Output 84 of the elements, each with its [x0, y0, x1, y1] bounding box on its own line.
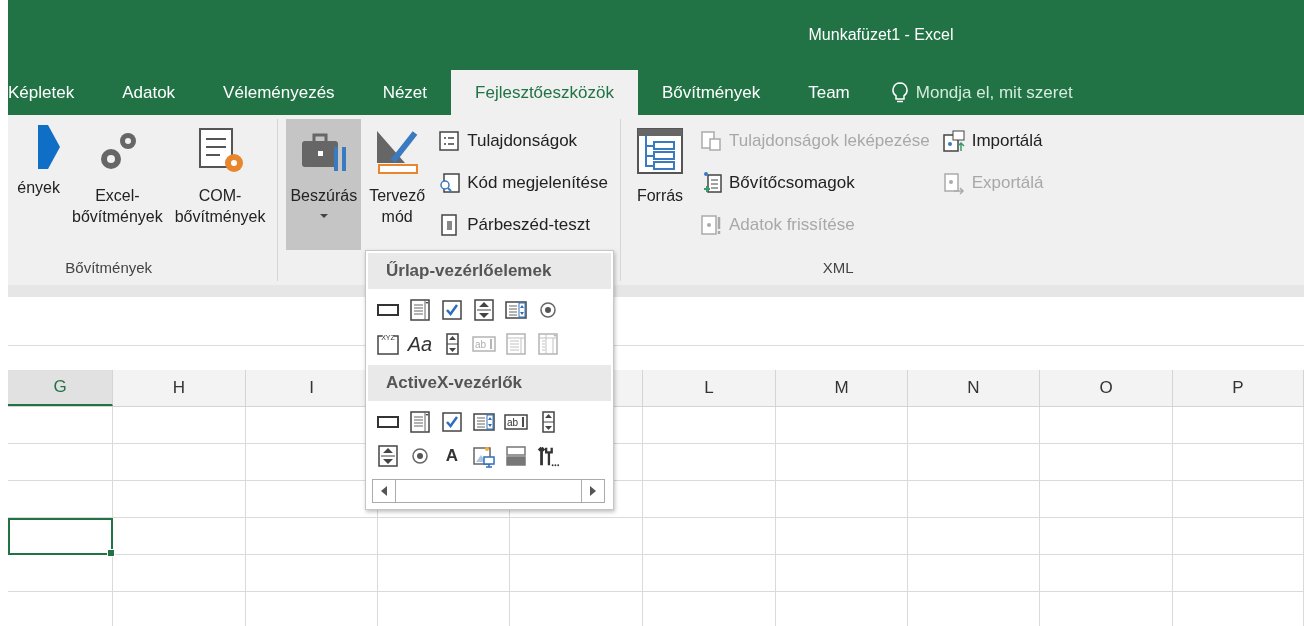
cell[interactable]: [776, 481, 908, 518]
menu-section-heading: ActiveX-vezérlők: [368, 365, 611, 401]
column-header[interactable]: O: [1040, 370, 1173, 406]
lightbulb-icon: [891, 81, 908, 104]
cell[interactable]: [8, 407, 113, 444]
cell[interactable]: [113, 444, 246, 481]
cell[interactable]: [1173, 481, 1304, 518]
cell[interactable]: [378, 555, 510, 592]
cell[interactable]: [908, 518, 1040, 555]
ribbon-button[interactable]: Tulajdonságok: [433, 121, 612, 161]
cell[interactable]: [8, 481, 113, 518]
ribbon-button[interactable]: Excel-bővítmények: [68, 119, 167, 250]
cell[interactable]: [1040, 555, 1173, 592]
ribbon-tab[interactable]: Képletek: [8, 70, 99, 115]
import-icon: [941, 129, 966, 153]
group-label: Bővítmények: [65, 259, 153, 276]
export-icon: [941, 171, 966, 195]
ribbon-tab[interactable]: Team: [784, 70, 874, 115]
ribbon-button[interactable]: Forrás: [629, 119, 691, 250]
scroll-bar[interactable]: [372, 479, 605, 503]
cell[interactable]: [643, 518, 776, 555]
ribbon-button[interactable]: Beszúrás: [286, 119, 362, 250]
map-properties-icon: [699, 129, 723, 153]
ribbon-tab[interactable]: Fejlesztőeszközök: [451, 70, 638, 115]
cell[interactable]: [776, 555, 908, 592]
cell[interactable]: [113, 481, 246, 518]
group-label: XML: [822, 259, 854, 276]
cell[interactable]: [1040, 481, 1173, 518]
cell[interactable]: [908, 555, 1040, 592]
cell[interactable]: [776, 407, 908, 444]
cell[interactable]: [113, 407, 246, 444]
cell[interactable]: [776, 444, 908, 481]
cell[interactable]: [510, 555, 643, 592]
cell[interactable]: [643, 444, 776, 481]
column-header[interactable]: H: [113, 370, 246, 406]
ribbon-button[interactable]: Importálá: [937, 121, 1048, 161]
right-arrow-icon[interactable]: [589, 486, 597, 496]
ribbon-button[interactable]: COM-bővítmények: [170, 119, 270, 250]
cell[interactable]: [1173, 444, 1304, 481]
cell[interactable]: [776, 518, 908, 555]
cell[interactable]: [908, 407, 1040, 444]
ribbon-button[interactable]: Bővítőcsomagok: [695, 163, 934, 203]
cell[interactable]: [1040, 444, 1173, 481]
cell[interactable]: [643, 555, 776, 592]
window-title: Munkafüzet1 - Excel: [808, 26, 954, 44]
cell[interactable]: [8, 444, 113, 481]
refresh-data-icon: [699, 213, 723, 237]
cell[interactable]: [908, 444, 1040, 481]
column-header[interactable]: L: [643, 370, 776, 406]
cell[interactable]: [1173, 555, 1304, 592]
ribbon-button[interactable]: Kód megjelenítése: [433, 163, 612, 203]
cell[interactable]: [1040, 407, 1173, 444]
hexagon-icon: [38, 125, 60, 169]
ribbon-button[interactable]: ények: [8, 119, 64, 250]
menu-section-heading: Űrlap-vezérlőelemek: [368, 253, 611, 289]
cell[interactable]: [1173, 407, 1304, 444]
ribbon-tab[interactable]: Véleményezés: [199, 70, 359, 115]
column-header[interactable]: G: [8, 370, 113, 406]
ribbon-button[interactable]: Tervező mód: [365, 119, 430, 250]
cell[interactable]: [378, 518, 510, 555]
column-header[interactable]: P: [1173, 370, 1304, 406]
code-view-icon: [437, 171, 462, 195]
cell[interactable]: [510, 518, 643, 555]
selected-cell[interactable]: [8, 518, 113, 555]
cell[interactable]: [1173, 518, 1304, 555]
cell[interactable]: [246, 555, 378, 592]
tell-me-field[interactable]: Mondja el, mit szeret: [887, 70, 1077, 115]
left-arrow-icon[interactable]: [380, 486, 388, 496]
cell[interactable]: [246, 518, 378, 555]
column-header[interactable]: N: [908, 370, 1040, 406]
xml-tree-icon: [634, 125, 686, 177]
cell[interactable]: [113, 555, 246, 592]
cell[interactable]: [643, 407, 776, 444]
cell[interactable]: [8, 555, 113, 592]
column-header[interactable]: M: [776, 370, 908, 406]
ribbon-tab[interactable]: Bővítmények: [637, 70, 785, 115]
cell[interactable]: [113, 518, 246, 555]
cell[interactable]: [643, 481, 776, 518]
cell[interactable]: [1040, 518, 1173, 555]
properties-icon: [437, 129, 462, 153]
ribbon-tab[interactable]: Nézet: [358, 70, 452, 115]
ribbon-button[interactable]: Párbeszéd-teszt: [433, 205, 612, 245]
cell[interactable]: [908, 481, 1040, 518]
ribbon-tab[interactable]: Adatok: [98, 70, 200, 115]
